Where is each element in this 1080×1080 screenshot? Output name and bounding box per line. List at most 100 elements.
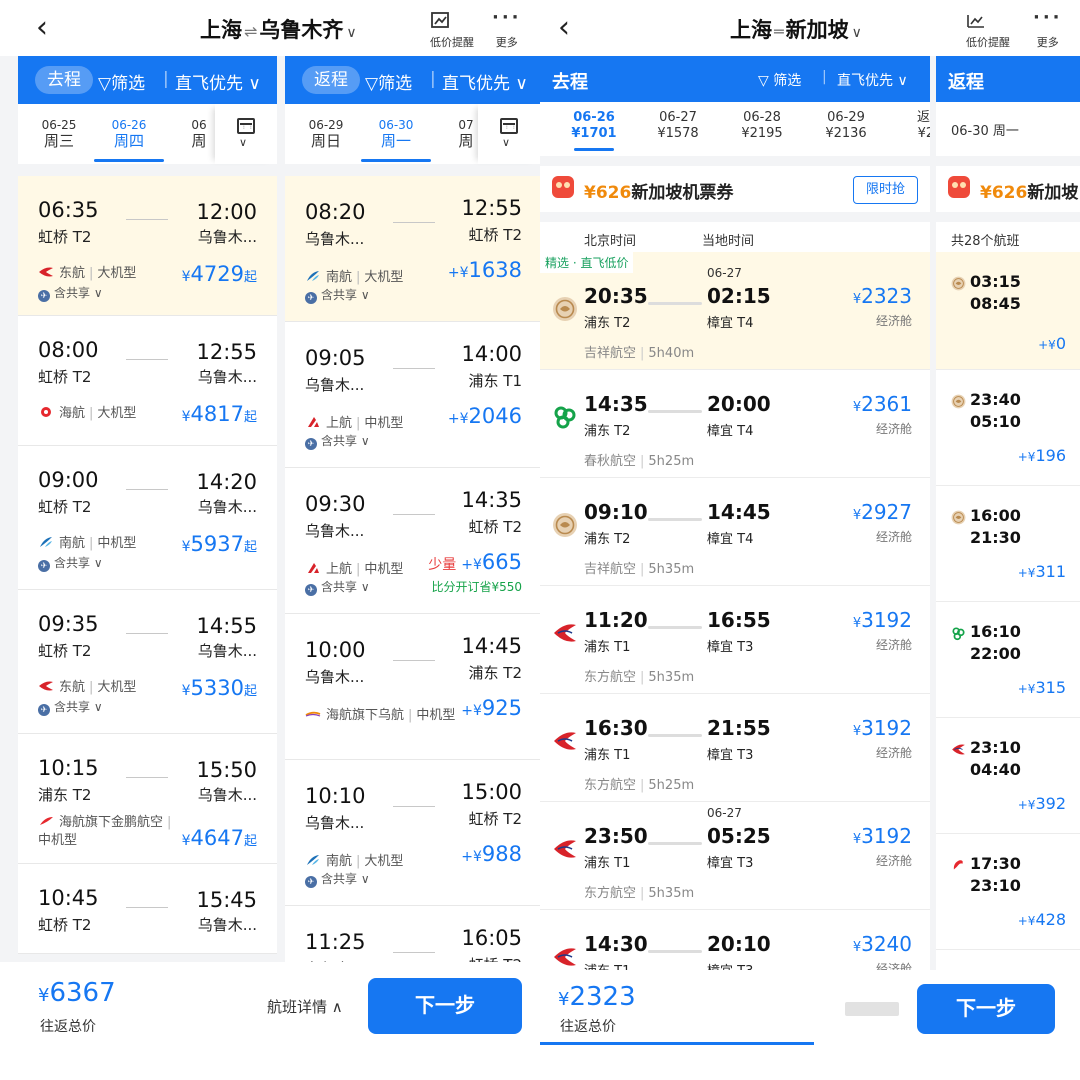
route-title[interactable]: 上海 ═新加坡 ∨ [730, 14, 862, 44]
codeshare-toggle[interactable]: ✈ 含共享 ∨ [305, 286, 370, 304]
next-step-button[interactable]: 下一步 [368, 978, 522, 1034]
departure-time: 10:15 [38, 756, 99, 780]
coupon-title: 新加坡 [1027, 183, 1079, 203]
arrival-time: 21:30 [970, 528, 1021, 547]
flight-card[interactable]: 11:2516:05乌鲁木...虹桥 T2 [285, 906, 540, 962]
codeshare-toggle[interactable]: ✈ 含共享 ∨ [38, 554, 103, 572]
flight-card[interactable]: 10:15 15:50 浦东 T2 乌鲁木... 海航旗下金鹏航空 | 中机型 ¥4647起 [18, 734, 277, 864]
fare-price: ¥3192 [853, 716, 912, 740]
codeshare-toggle[interactable]: ✈ 含共享 ∨ [38, 698, 103, 716]
flight-card[interactable]: 09:35 14:55 虹桥 T2 乌鲁木... 东航 | 大机型 ¥5330起 ✈ 含共享 ∨ [18, 590, 277, 734]
codeshare-toggle[interactable]: ✈ 含共享 ∨ [38, 284, 103, 302]
flight-card[interactable]: 14:30 20:10 浦东 T1 樟宜 T3 ¥3240 经济舱 [540, 910, 930, 970]
top-bar: ‹ 上海 ═新加坡 ∨ 低价提醒 ··· 更多 [540, 0, 1080, 56]
flight-card[interactable]: 16:10 22:00 +¥315 [936, 602, 1080, 718]
flight-card[interactable]: 23:10 04:40 +¥392 [936, 718, 1080, 834]
airline-name: 上航 [326, 416, 353, 431]
coupon-banner[interactable]: ¥626新加坡机票券 限时抢 [540, 166, 930, 212]
flight-card[interactable]: 06:35 12:00 虹桥 T2 乌鲁木... 东航 | 大机型 ¥4729起 ✈ 含共享 ∨ [18, 176, 277, 316]
plus-currency: +¥ [1017, 566, 1036, 580]
flight-card[interactable]: 23:40 05:10 +¥196 [936, 370, 1080, 486]
return-date[interactable]: 06-30 周一 [951, 120, 1019, 139]
flight-card[interactable]: 23:50 06-27 05:25 浦东 T1 樟宜 T3 ¥3192 经济舱 东方航空 | 5h… [540, 802, 930, 910]
from-suffix: 起 [243, 540, 257, 555]
date-price-cell[interactable]: 06-28 ¥2195 [722, 110, 802, 142]
flight-card[interactable]: 08:20 12:55 乌鲁木... 虹桥 T2 南航 | 大机型 +¥1638 ✈ 含共享 ∨ [285, 176, 540, 322]
arrival-time: 16:55 [707, 608, 771, 632]
sort-direct-first[interactable]: 直飞优先 ∨ [837, 70, 908, 90]
codeshare-toggle[interactable]: ✈ 含共享 ∨ [305, 870, 370, 888]
flight-card[interactable]: 11:20 16:55 浦东 T1 樟宜 T3 ¥3192 经济舱 东方航空 | 5h35m [540, 586, 930, 694]
divider: | [822, 69, 827, 85]
flight-card[interactable]: 09:05 14:00 乌鲁木... 浦东 T1 上航 | 中机型 +¥2046 ✈ 含共享 ∨ [285, 322, 540, 468]
flight-card[interactable]: 14:35 20:00 浦东 T2 樟宜 T4 ¥2361 经济舱 春秋航空 | 5h25m [540, 370, 930, 478]
arrival-time: 12:55 [461, 196, 522, 220]
flight-card[interactable]: 16:30 21:55 浦东 T1 樟宜 T3 ¥3192 经济舱 东方航空 | 5h25m [540, 694, 930, 802]
date-cell[interactable]: 06-29 周日 [291, 117, 361, 149]
flight-duration: 5h35m [648, 670, 695, 685]
filter-button[interactable]: ▽筛选 [365, 69, 412, 94]
back-arrow-icon[interactable]: ‹ [558, 10, 570, 46]
flight-card[interactable]: 00:55 [936, 950, 1080, 970]
flight-card[interactable]: 09:30 14:35 乌鲁木... 虹桥 T2 上航 | 中机型 少量 +¥665 比分开订省¥… [285, 468, 540, 614]
grab-coupon-button[interactable]: 限时抢 [853, 176, 919, 204]
flight-card[interactable]: 精选 · 直飞低价 20:35 06-27 02:15 浦东 T2 樟宜 T4 ¥2323 经… [540, 252, 930, 370]
flight-details-toggle[interactable]: 航班详情 ∧ [267, 996, 343, 1017]
airline-info: 南航 | 中机型 [38, 532, 136, 551]
weekday-label: 周日 [310, 132, 341, 150]
codeshare-toggle[interactable]: ✈ 含共享 ∨ [305, 432, 370, 450]
price-value: 2323 [861, 284, 912, 308]
flight-card[interactable]: 09:00 14:20 虹桥 T2 乌鲁木... 南航 | 中机型 ¥5937起 ✈ 含共享 ∨ [18, 446, 277, 590]
route-title[interactable]: 上海 ⇌乌鲁木齐 ∨ [200, 14, 357, 44]
price-value: 2927 [861, 500, 912, 524]
divider: | [430, 69, 436, 89]
filter-funnel-icon: ▽ [98, 74, 112, 94]
airline-duration: 春秋航空 | 5h25m [584, 450, 694, 469]
flight-card[interactable]: 10:10 15:00 乌鲁木... 虹桥 T2 南航 | 大机型 +¥988 ✈ 含共享 ∨ [285, 760, 540, 906]
coupon-banner[interactable]: ¥626新加坡 [936, 166, 1080, 212]
total-label: 往返总价 [560, 1019, 616, 1035]
outbound-pill[interactable]: 去程 [35, 66, 93, 94]
flight-card[interactable]: 08:00 12:55 虹桥 T2 乌鲁木... 海航 | 大机型 ¥4817起 [18, 316, 277, 446]
more-button[interactable]: ··· 更多 [1033, 9, 1063, 50]
date-price-cell[interactable]: 返程¥23 [890, 110, 930, 142]
departure-time: 10:00 [305, 638, 366, 662]
date-price-cell[interactable]: 06-27 ¥1578 [638, 110, 718, 142]
date-cell[interactable]: 06-25 周三 [24, 117, 94, 149]
more-button[interactable]: ··· 更多 [492, 9, 522, 50]
shanghai-airlines-logo-icon [305, 416, 326, 431]
flight-card[interactable]: 16:00 21:30 +¥311 [936, 486, 1080, 602]
flight-card[interactable]: 10:45 15:45 虹桥 T2 乌鲁木... [18, 864, 277, 954]
price-alert-icon [431, 12, 449, 28]
back-arrow-icon[interactable]: ‹ [36, 10, 48, 46]
currency-symbol: ¥ [558, 989, 570, 1010]
arrival-time: 14:45 [707, 500, 771, 524]
next-step-button[interactable]: 下一步 [917, 984, 1055, 1034]
flight-card[interactable]: 03:15 08:45 +¥0 [936, 252, 1080, 370]
return-pill[interactable]: 返程 [302, 66, 360, 94]
filter-button[interactable]: ▽ 筛选 [758, 70, 801, 90]
china-eastern-logo-icon [38, 680, 59, 695]
date-price-cell[interactable]: 06-29 ¥2136 [806, 110, 886, 142]
flight-card[interactable]: 17:30 23:10 +¥428 [936, 834, 1080, 950]
filter-button[interactable]: ▽筛选 [98, 69, 145, 94]
date-cell[interactable]: 06-26 周四 [94, 117, 164, 162]
calendar-button[interactable]: ∨ [478, 104, 540, 164]
divider: | [356, 270, 361, 285]
departure-airport: 虹桥 T2 [38, 916, 92, 934]
flight-card[interactable]: 09:10 14:45 浦东 T2 樟宜 T4 ¥2927 经济舱 吉祥航空 | 5h35m [540, 478, 930, 586]
price-alert-button[interactable]: 低价提醒 [430, 10, 474, 50]
weekday-label: 周四 [113, 132, 144, 150]
flight-card[interactable]: 10:00 14:45 乌鲁木... 浦东 T2 海航旗下乌航 | 中机型 +¥925 [285, 614, 540, 760]
calendar-button[interactable]: ∨ [215, 104, 277, 164]
price-alert-button[interactable]: 低价提醒 [966, 10, 1010, 50]
return-tab[interactable]: 返程 [948, 68, 984, 94]
sort-direct-first[interactable]: 直飞优先 ∨ [442, 69, 528, 94]
plus-currency: +¥ [1017, 798, 1036, 812]
date-cell[interactable]: 06-30 周一 [361, 117, 431, 162]
codeshare-toggle[interactable]: ✈ 含共享 ∨ [305, 578, 370, 596]
outbound-tab[interactable]: 去程 [552, 68, 588, 94]
flight-count: 共28个航班 [951, 234, 1020, 249]
date-price-cell[interactable]: 06-26 ¥1701 [554, 110, 634, 151]
sort-direct-first[interactable]: 直飞优先 ∨ [175, 69, 261, 94]
